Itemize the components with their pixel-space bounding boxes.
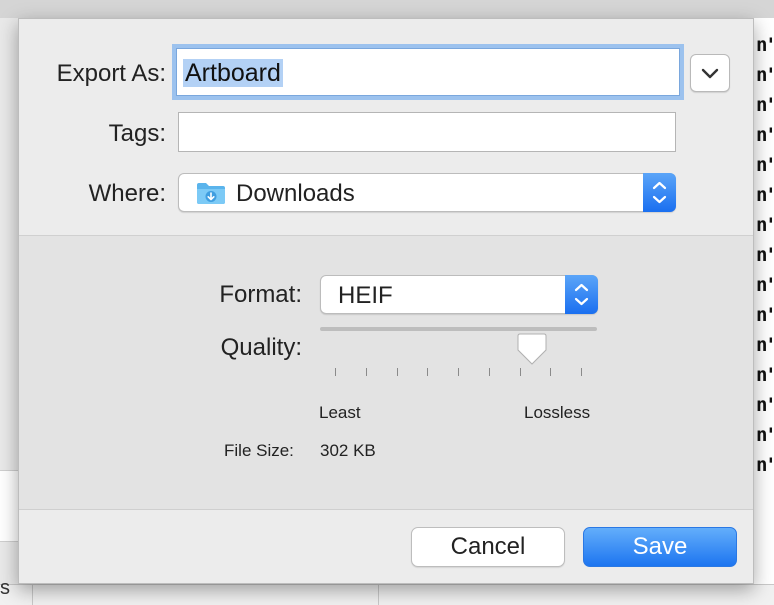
export-as-label: Export As: (56, 60, 166, 87)
quality-slider-tick (458, 368, 459, 376)
where-popup[interactable]: Downloads (178, 173, 676, 212)
quality-slider-thumb[interactable] (514, 333, 550, 369)
quality-slider-tick (396, 368, 398, 376)
where-stepper (643, 173, 676, 212)
quality-slider-tick (365, 368, 367, 376)
tags-label: Tags: (108, 120, 166, 147)
file-size-label: File Size: (224, 441, 294, 460)
cancel-button[interactable]: Cancel (411, 527, 565, 567)
quality-slider-tick (550, 368, 552, 376)
quality-slider-tick (335, 368, 336, 376)
chevron-down-icon (701, 68, 719, 79)
where-value: Downloads (236, 180, 355, 207)
background-document: n" n" n" n" n" n" n" n" n" n" n" n" n" n… (754, 18, 774, 604)
background-window-titlebar (0, 0, 774, 19)
background-statusbar: s (0, 577, 774, 605)
quality-min-label: Least (319, 403, 361, 422)
up-down-chevron-icon (652, 181, 667, 204)
tags-field[interactable] (178, 112, 676, 152)
quality-slider-tick (427, 368, 429, 376)
quality-slider-tick (488, 368, 490, 376)
quality-label: Quality: (220, 334, 302, 361)
format-label: Format: (219, 281, 302, 308)
where-label: Where: (88, 180, 166, 207)
quality-slider-tick (519, 368, 521, 376)
format-popup[interactable]: HEIF (320, 275, 598, 314)
background-window-panel (0, 470, 18, 542)
file-size-value: 302 KB (320, 441, 376, 460)
export-as-selected-text: Artboard (183, 59, 283, 87)
expand-dialog-button[interactable] (690, 54, 730, 92)
format-value: HEIF (338, 282, 393, 309)
downloads-folder-icon (197, 183, 225, 204)
save-button[interactable]: Save (583, 527, 737, 567)
quality-slider-tick (581, 368, 582, 376)
format-stepper (565, 275, 598, 314)
quality-max-label: Lossless (524, 403, 591, 422)
quality-slider-track[interactable] (320, 327, 597, 331)
up-down-chevron-icon (574, 283, 589, 306)
